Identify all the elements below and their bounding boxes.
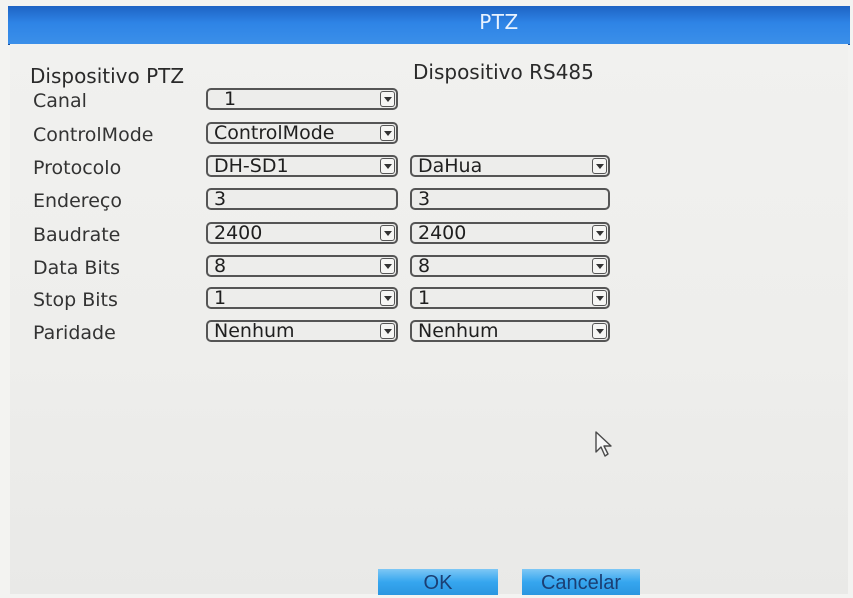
ptz-stopbits-value: 1 <box>214 287 227 309</box>
label-data-bits: Data Bits <box>33 257 121 279</box>
ok-button[interactable]: OK <box>378 569 498 595</box>
chevron-down-icon[interactable] <box>380 258 395 274</box>
ptz-parity-value: Nenhum <box>214 320 295 342</box>
chevron-down-icon[interactable] <box>380 225 395 241</box>
rs485-databits-value: 8 <box>418 255 431 277</box>
rs485-databits-select[interactable]: 8 <box>410 255 610 277</box>
cancel-button[interactable]: Cancelar <box>522 569 640 595</box>
label-paridade: Paridade <box>33 322 116 344</box>
ptz-address-value: 3 <box>214 188 227 210</box>
mouse-pointer-icon <box>595 431 612 457</box>
chevron-down-icon[interactable] <box>380 290 395 306</box>
ptz-databits-value: 8 <box>214 255 227 277</box>
ptz-protocol-value: DH-SD1 <box>214 155 289 177</box>
chevron-down-icon[interactable] <box>592 158 607 174</box>
label-canal: Canal <box>33 90 87 112</box>
ptz-protocol-select[interactable]: DH-SD1 <box>206 155 398 177</box>
label-endereco: Endereço <box>33 190 122 212</box>
ptz-controlmode-select[interactable]: ControlMode <box>206 122 398 144</box>
rs485-address-value: 3 <box>418 188 431 210</box>
ptz-databits-select[interactable]: 8 <box>206 255 398 277</box>
rs485-baudrate-select[interactable]: 2400 <box>410 222 610 244</box>
chevron-down-icon[interactable] <box>592 290 607 306</box>
rs485-parity-select[interactable]: Nenhum <box>410 320 610 342</box>
label-protocolo: Protocolo <box>33 157 122 179</box>
dvr-screen: PTZ Dispositivo PTZ Dispositivo RS485 Ca… <box>0 0 853 598</box>
title-bar: PTZ <box>8 6 850 45</box>
rs485-stopbits-value: 1 <box>418 287 431 309</box>
rs485-device-heading: Dispositivo RS485 <box>413 60 594 84</box>
rs485-parity-value: Nenhum <box>418 320 499 342</box>
rs485-baudrate-value: 2400 <box>418 222 467 244</box>
ptz-baudrate-select[interactable]: 2400 <box>206 222 398 244</box>
chevron-down-icon[interactable] <box>380 91 395 107</box>
chevron-down-icon[interactable] <box>380 323 395 339</box>
chevron-down-icon[interactable] <box>592 323 607 339</box>
chevron-down-icon[interactable] <box>592 225 607 241</box>
ptz-baudrate-value: 2400 <box>214 222 263 244</box>
rs485-stopbits-select[interactable]: 1 <box>410 287 610 309</box>
ptz-canal-select[interactable]: 1 <box>206 88 398 110</box>
rs485-address-input[interactable]: 3 <box>410 188 610 210</box>
ptz-address-input[interactable]: 3 <box>206 188 398 210</box>
label-stop-bits: Stop Bits <box>33 289 118 311</box>
chevron-down-icon[interactable] <box>592 258 607 274</box>
ptz-parity-select[interactable]: Nenhum <box>206 320 398 342</box>
rs485-protocol-select[interactable]: DaHua <box>410 155 610 177</box>
ptz-stopbits-select[interactable]: 1 <box>206 287 398 309</box>
window-title: PTZ <box>479 10 519 34</box>
rs485-protocol-value: DaHua <box>418 155 483 177</box>
label-baudrate: Baudrate <box>33 224 121 246</box>
chevron-down-icon[interactable] <box>380 125 395 141</box>
ptz-device-heading: Dispositivo PTZ <box>30 64 185 88</box>
ptz-canal-value: 1 <box>224 88 237 110</box>
chevron-down-icon[interactable] <box>380 158 395 174</box>
ptz-controlmode-value: ControlMode <box>214 122 335 144</box>
label-controlmode: ControlMode <box>33 124 154 146</box>
